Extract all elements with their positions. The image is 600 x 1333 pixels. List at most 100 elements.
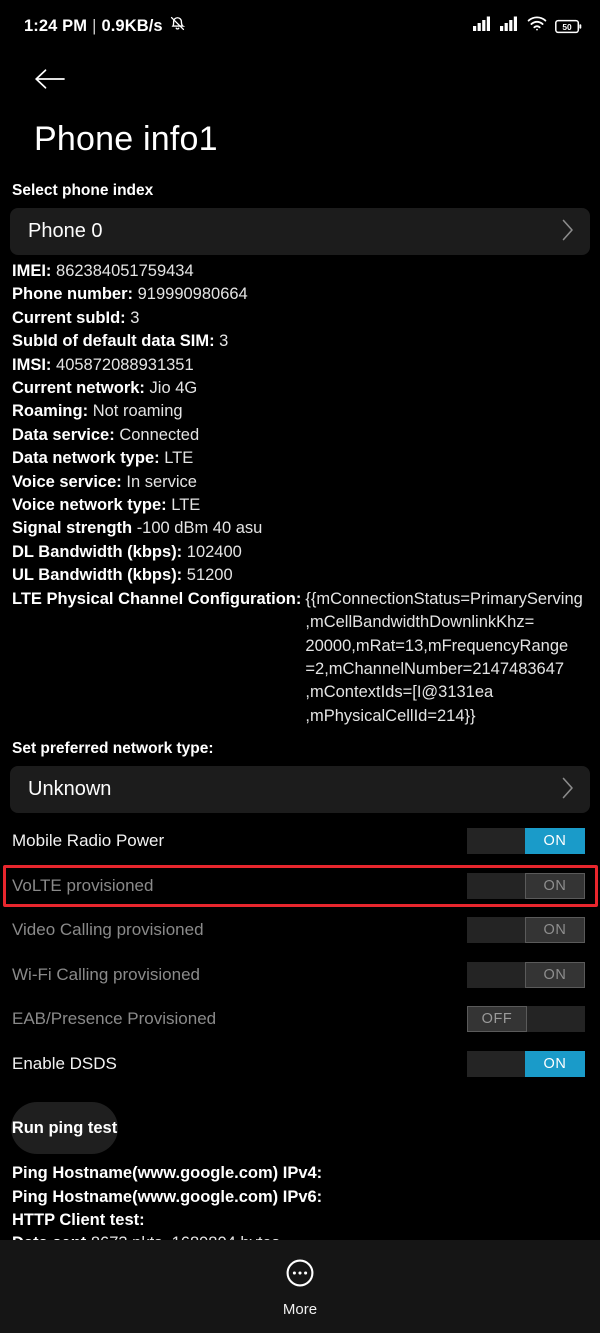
toggle-state-text: ON bbox=[525, 1050, 585, 1077]
info-key: HTTP Client test: bbox=[12, 1210, 145, 1229]
info-row: Current subId: 3 bbox=[12, 307, 588, 330]
signal-bars-icon bbox=[473, 16, 492, 36]
info-row: Voice service: In service bbox=[12, 471, 588, 494]
toggle-label: Video Calling provisioned bbox=[12, 920, 204, 940]
toggle-switch[interactable]: ON bbox=[467, 917, 585, 944]
toggle-row-enable-dsds[interactable]: Enable DSDS ON bbox=[10, 1042, 590, 1087]
toggle-switch[interactable]: ON bbox=[467, 872, 585, 899]
info-value: LTE bbox=[164, 449, 194, 468]
info-row: Phone number: 919990980664 bbox=[12, 283, 588, 306]
info-value: 862384051759434 bbox=[56, 262, 194, 280]
info-value: {{mConnectionStatus=PrimaryServing ,mCel… bbox=[301, 588, 588, 728]
info-value: 51200 bbox=[186, 566, 233, 585]
info-row: DL Bandwidth (kbps): 102400 bbox=[12, 541, 588, 564]
info-key: Phone number: bbox=[12, 285, 134, 304]
status-network-speed: 0.9KB/s bbox=[101, 16, 163, 35]
info-row: IMSI: 405872088931351 bbox=[12, 354, 588, 377]
info-value: Jio 4G bbox=[149, 379, 198, 398]
toggle-switch[interactable]: OFF bbox=[467, 1006, 585, 1033]
status-bar-left: 1:24 PM | 0.9KB/s bbox=[24, 15, 186, 37]
info-key: Ping Hostname(www.google.com) IPv4: bbox=[12, 1164, 323, 1183]
info-key: DL Bandwidth (kbps): bbox=[12, 542, 183, 561]
info-value: 3 bbox=[219, 332, 229, 351]
phone-index-value: Phone 0 bbox=[28, 220, 103, 242]
page-title: Phone info1 bbox=[34, 120, 218, 158]
svg-text:50: 50 bbox=[562, 21, 572, 31]
phone-index-select[interactable]: Phone 0 bbox=[10, 208, 590, 255]
info-row: Signal strength -100 dBm 40 asu bbox=[12, 517, 588, 540]
lte-config-line: ,mContextIds=[I@3131ea bbox=[305, 683, 494, 702]
info-key: Data network type: bbox=[12, 449, 160, 468]
toggle-state-text: ON bbox=[525, 917, 585, 944]
toggle-switch[interactable]: ON bbox=[467, 828, 585, 855]
info-value: 405872088931351 bbox=[56, 355, 194, 374]
info-value: -100 dBm 40 asu bbox=[136, 519, 263, 538]
preferred-network-value: Unknown bbox=[28, 778, 112, 801]
toggle-label: EAB/Presence Provisioned bbox=[12, 1009, 217, 1029]
preferred-network-select[interactable]: Unknown bbox=[10, 766, 590, 814]
info-key: Roaming: bbox=[12, 402, 89, 421]
info-value: 919990980664 bbox=[137, 285, 248, 304]
toggle-label: Mobile Radio Power bbox=[12, 831, 165, 851]
toggle-switch[interactable]: ON bbox=[467, 1050, 585, 1077]
lte-config-line: 20000,mRat=13,mFrequencyRange bbox=[305, 636, 569, 655]
toggle-switch[interactable]: ON bbox=[467, 961, 585, 988]
info-row: Roaming: Not roaming bbox=[12, 400, 588, 423]
ping-result-row: HTTP Client test: bbox=[12, 1209, 588, 1232]
battery-icon: 50 bbox=[555, 19, 582, 34]
info-value: 3 bbox=[130, 308, 140, 327]
chevron-right-icon bbox=[562, 777, 574, 803]
status-bar: 1:24 PM | 0.9KB/s 50 bbox=[0, 0, 600, 52]
info-row: Current network: Jio 4G bbox=[12, 377, 588, 400]
select-phone-index-label: Select phone index bbox=[12, 182, 154, 199]
run-ping-test-button[interactable]: Run ping test bbox=[11, 1102, 118, 1155]
chevron-right-icon bbox=[562, 219, 574, 245]
arrow-left-icon[interactable] bbox=[34, 68, 66, 95]
signal-bars-icon bbox=[500, 16, 519, 36]
toggle-state-text: OFF bbox=[467, 1006, 527, 1033]
info-value: Connected bbox=[119, 425, 200, 444]
info-key: UL Bandwidth (kbps): bbox=[12, 566, 183, 585]
info-key: Voice network type: bbox=[12, 496, 167, 515]
info-key: Ping Hostname(www.google.com) IPv6: bbox=[12, 1187, 323, 1206]
bottom-bar: More bbox=[0, 1240, 600, 1333]
info-key: Voice service: bbox=[12, 472, 122, 491]
lte-config-line: ,mPhysicalCellId=214}} bbox=[305, 706, 476, 725]
more-circle-icon[interactable] bbox=[283, 1256, 317, 1295]
preferred-network-label: Set preferred network type: bbox=[12, 740, 214, 758]
lte-config-line: =2,mChannelNumber=2147483647 bbox=[305, 659, 565, 678]
ping-result-row: Ping Hostname(www.google.com) IPv6: bbox=[12, 1186, 588, 1209]
info-row: Data network type: LTE bbox=[12, 447, 588, 470]
lte-config-line: ,mCellBandwidthDownlinkKhz= bbox=[305, 613, 535, 632]
info-value: Not roaming bbox=[92, 402, 183, 421]
lte-config-line: {{mConnectionStatus=PrimaryServing bbox=[305, 589, 583, 608]
toggle-state-text: ON bbox=[525, 961, 585, 988]
bell-muted-icon bbox=[169, 15, 186, 37]
toggle-label: VoLTE provisioned bbox=[12, 875, 154, 895]
info-row: Data service: Connected bbox=[12, 424, 588, 447]
info-key: IMSI: bbox=[12, 355, 52, 374]
info-row: SubId of default data SIM: 3 bbox=[12, 330, 588, 353]
toggle-row-wifi-calling-provisioned[interactable]: Wi-Fi Calling provisioned ON bbox=[10, 953, 590, 998]
info-row: Voice network type: LTE bbox=[12, 494, 588, 517]
toggle-row-eab-presence-provisioned[interactable]: EAB/Presence Provisioned OFF bbox=[10, 997, 590, 1042]
toggle-label: Wi-Fi Calling provisioned bbox=[12, 964, 201, 984]
info-value: LTE bbox=[171, 496, 201, 515]
info-value: 102400 bbox=[186, 542, 242, 561]
info-row: IMEI: 862384051759434 bbox=[12, 260, 588, 283]
info-row: UL Bandwidth (kbps): 51200 bbox=[12, 564, 588, 587]
status-clock: 1:24 PM bbox=[24, 16, 88, 35]
toggle-row-video-calling-provisioned[interactable]: Video Calling provisioned ON bbox=[10, 908, 590, 953]
info-key: SubId of default data SIM: bbox=[12, 332, 215, 351]
info-key: Signal strength bbox=[12, 519, 133, 538]
app-bar bbox=[0, 52, 600, 110]
lte-physical-channel-config-row: LTE Physical Channel Configuration: {{mC… bbox=[12, 588, 588, 728]
more-label: More bbox=[282, 1300, 318, 1318]
info-key: Current network: bbox=[12, 379, 145, 398]
toggle-list: Mobile Radio Power ON VoLTE provisioned … bbox=[3, 819, 598, 1087]
toggle-row-mobile-radio-power[interactable]: Mobile Radio Power ON bbox=[10, 819, 590, 864]
toggle-state-text: ON bbox=[525, 828, 585, 855]
info-key: Current subId: bbox=[12, 308, 126, 327]
toggle-row-volte-provisioned[interactable]: VoLTE provisioned ON bbox=[3, 864, 598, 909]
toggle-state-text: ON bbox=[525, 872, 585, 899]
